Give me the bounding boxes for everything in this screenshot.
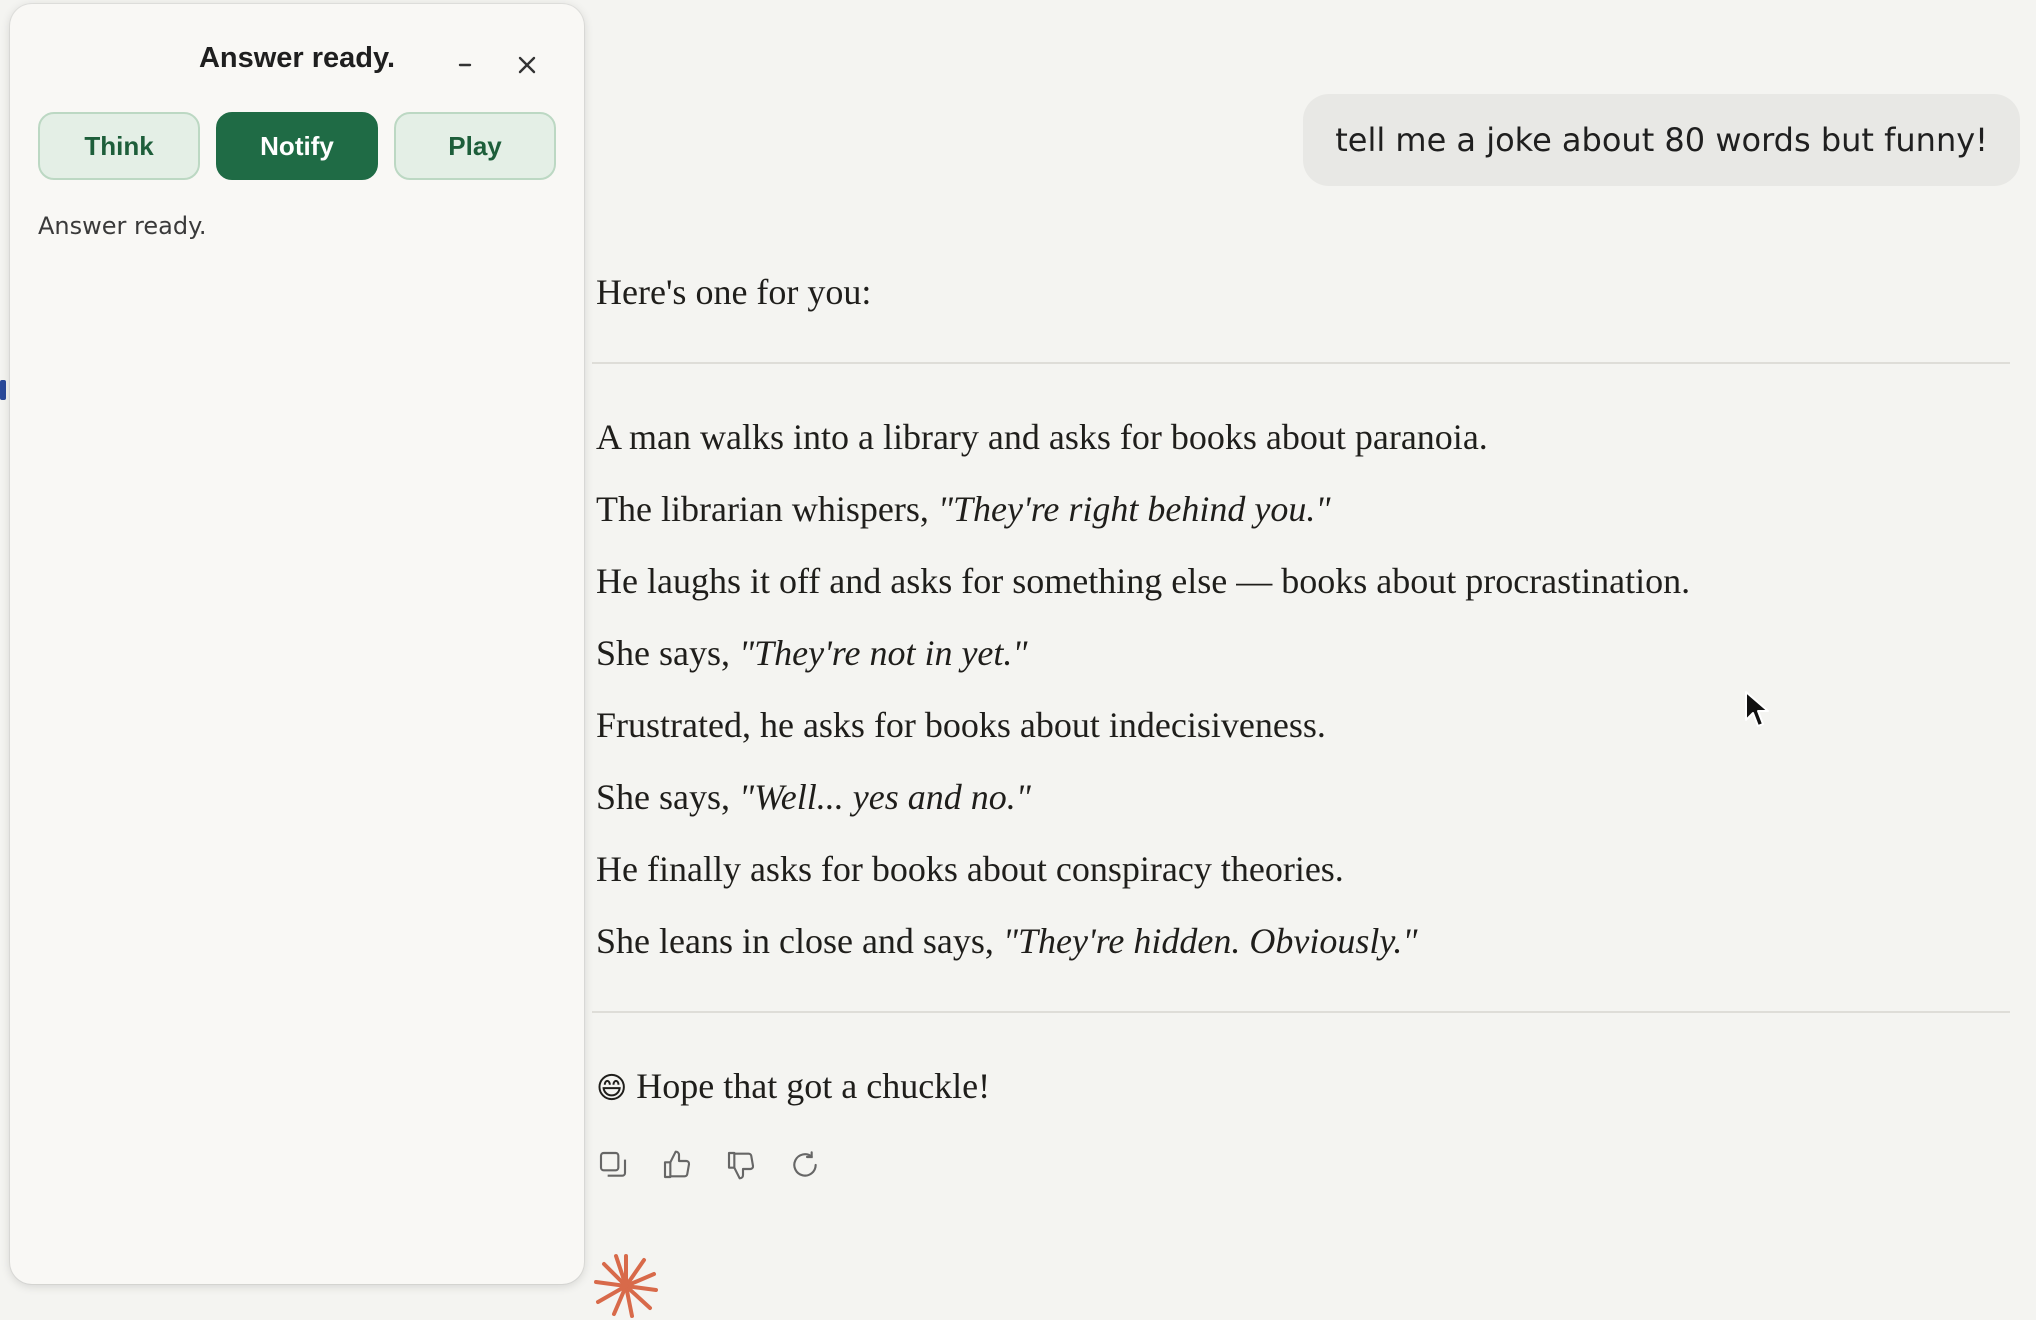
divider [592, 362, 2010, 364]
panel-status-text: Answer ready. [38, 212, 207, 240]
notify-button[interactable]: Notify [216, 112, 378, 180]
play-button[interactable]: Play [394, 112, 556, 180]
joke-line-7: He finally asks for books about conspira… [596, 849, 1344, 889]
spark-logo-icon [594, 1254, 658, 1318]
minimize-icon [458, 63, 472, 67]
mouse-cursor-icon [1745, 691, 1769, 727]
response-intro: Here's one for you: [596, 272, 872, 312]
response-closing: 😄 Hope that got a chuckle! [596, 1066, 991, 1106]
panel-title: Answer ready. [198, 42, 396, 74]
joke-line-6: She says, "Well... yes and no." [596, 777, 1031, 817]
joke-line-4: She says, "They're not in yet." [596, 633, 1028, 673]
joke-line-1: A man walks into a library and asks for … [596, 417, 1488, 457]
close-button[interactable] [510, 48, 544, 82]
user-message-bubble: tell me a joke about 80 words but funny! [1303, 94, 2020, 186]
copy-icon[interactable] [596, 1148, 630, 1182]
joke-line-8: She leans in close and says, "They're hi… [596, 921, 1418, 961]
thumbs-down-icon[interactable] [724, 1148, 758, 1182]
close-icon [518, 56, 536, 74]
edge-marker [0, 380, 6, 400]
user-message-text: tell me a joke about 80 words but funny! [1335, 121, 1988, 159]
minimize-button[interactable] [448, 48, 482, 82]
thumbs-up-icon[interactable] [660, 1148, 694, 1182]
joke-line-3: He laughs it off and asks for something … [596, 561, 1691, 601]
response-actions [596, 1148, 822, 1182]
joke-line-5: Frustrated, he asks for books about inde… [596, 705, 1326, 745]
joke-line-2: The librarian whispers, "They're right b… [596, 489, 1331, 529]
notification-panel: Answer ready. Think Notify Play Answer r… [10, 4, 584, 1284]
think-button[interactable]: Think [38, 112, 200, 180]
divider [592, 1011, 2010, 1013]
grin-emoji: 😄 [596, 1071, 628, 1106]
panel-mode-buttons: Think Notify Play [38, 112, 556, 180]
retry-icon[interactable] [788, 1148, 822, 1182]
